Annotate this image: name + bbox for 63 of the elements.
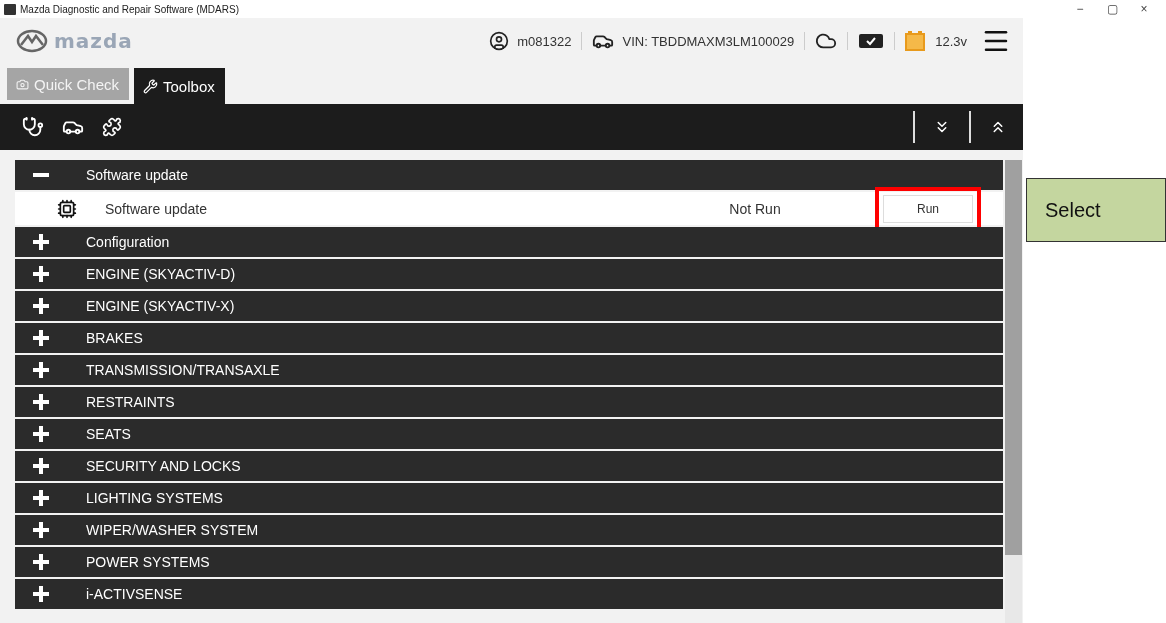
plus-icon xyxy=(33,522,49,538)
plus-icon xyxy=(33,298,49,314)
plus-icon xyxy=(33,490,49,506)
logo-icon xyxy=(16,29,48,53)
plus-icon xyxy=(33,458,49,474)
run-button[interactable]: Run xyxy=(883,194,973,223)
group-label: BRAKES xyxy=(86,330,143,346)
window-control[interactable]: × xyxy=(1130,2,1158,16)
group-label: TRANSMISSION/TRANSAXLE xyxy=(86,362,280,378)
group-label: WIPER/WASHER SYSTEM xyxy=(86,522,259,538)
group-header[interactable]: BRAKES xyxy=(15,323,1003,353)
tab[interactable]: Toolbox xyxy=(134,68,225,104)
plus-icon xyxy=(33,426,49,442)
camera-icon xyxy=(16,77,29,91)
plus-icon xyxy=(33,234,49,250)
battery-icon xyxy=(905,31,926,51)
window-title: Mazda Diagnostic and Repair Software (MDARS) xyxy=(20,3,240,15)
group-header[interactable]: POWER SYSTEMS xyxy=(15,547,1003,577)
group-label: Software update xyxy=(86,167,188,183)
group-header[interactable]: LIGHTING SYSTEMS xyxy=(15,483,1003,513)
plus-icon xyxy=(33,330,49,346)
group-label: RESTRAINTS xyxy=(86,394,175,410)
window-control[interactable]: − xyxy=(1066,2,1094,16)
group-label: ENGINE (SKYACTIV-D) xyxy=(86,266,236,282)
device-icon[interactable] xyxy=(858,33,885,49)
group-header[interactable]: Software update xyxy=(15,160,1003,190)
plus-icon xyxy=(33,266,49,282)
stethoscope-icon[interactable] xyxy=(22,116,44,138)
group-header[interactable]: Configuration xyxy=(15,227,1003,257)
group-label: i-ACTIVSENSE xyxy=(86,586,183,602)
group-label: ENGINE (SKYACTIV-X) xyxy=(86,298,235,314)
plus-icon xyxy=(33,586,49,602)
group-label: POWER SYSTEMS xyxy=(86,554,210,570)
vin-text: VIN: TBDDMAXM3LM100029 xyxy=(622,33,795,49)
puzzle-icon[interactable] xyxy=(102,117,122,137)
group-header[interactable]: ENGINE (SKYACTIV-D) xyxy=(15,259,1003,289)
plus-icon xyxy=(33,362,49,378)
user-id: m081322 xyxy=(517,33,572,49)
chip-icon xyxy=(57,198,77,219)
group-header[interactable]: TRANSMISSION/TRANSAXLE xyxy=(15,355,1003,385)
group-header[interactable]: SEATS xyxy=(15,419,1003,449)
group-label: Configuration xyxy=(86,234,170,250)
group-header[interactable]: WIPER/WASHER SYSTEM xyxy=(15,515,1003,545)
plus-icon xyxy=(33,394,49,410)
app-icon xyxy=(4,3,16,15)
group-header[interactable]: i-ACTIVSENSE xyxy=(15,579,1003,609)
window-control[interactable]: ▢ xyxy=(1098,2,1126,16)
wrench-icon xyxy=(143,78,159,94)
group-label: LIGHTING SYSTEMS xyxy=(86,490,223,506)
plus-icon xyxy=(33,554,49,570)
user-icon xyxy=(489,31,510,51)
group-label: SECURITY AND LOCKS xyxy=(86,458,241,474)
group-header[interactable]: ENGINE (SKYACTIV-X) xyxy=(15,291,1003,321)
group-label: SEATS xyxy=(86,426,131,442)
minus-icon xyxy=(33,173,49,177)
procedure-label: Software update xyxy=(105,200,208,217)
voltage-text: 12.3v xyxy=(935,33,967,49)
callout-note: Select xyxy=(1026,178,1166,242)
procedure-status: Not Run xyxy=(728,200,782,217)
scrollbar-thumb[interactable] xyxy=(1005,160,1022,555)
group-header[interactable]: RESTRAINTS xyxy=(15,387,1003,417)
brand-name: mazda xyxy=(54,29,133,53)
group-header[interactable]: SECURITY AND LOCKS xyxy=(15,451,1003,481)
